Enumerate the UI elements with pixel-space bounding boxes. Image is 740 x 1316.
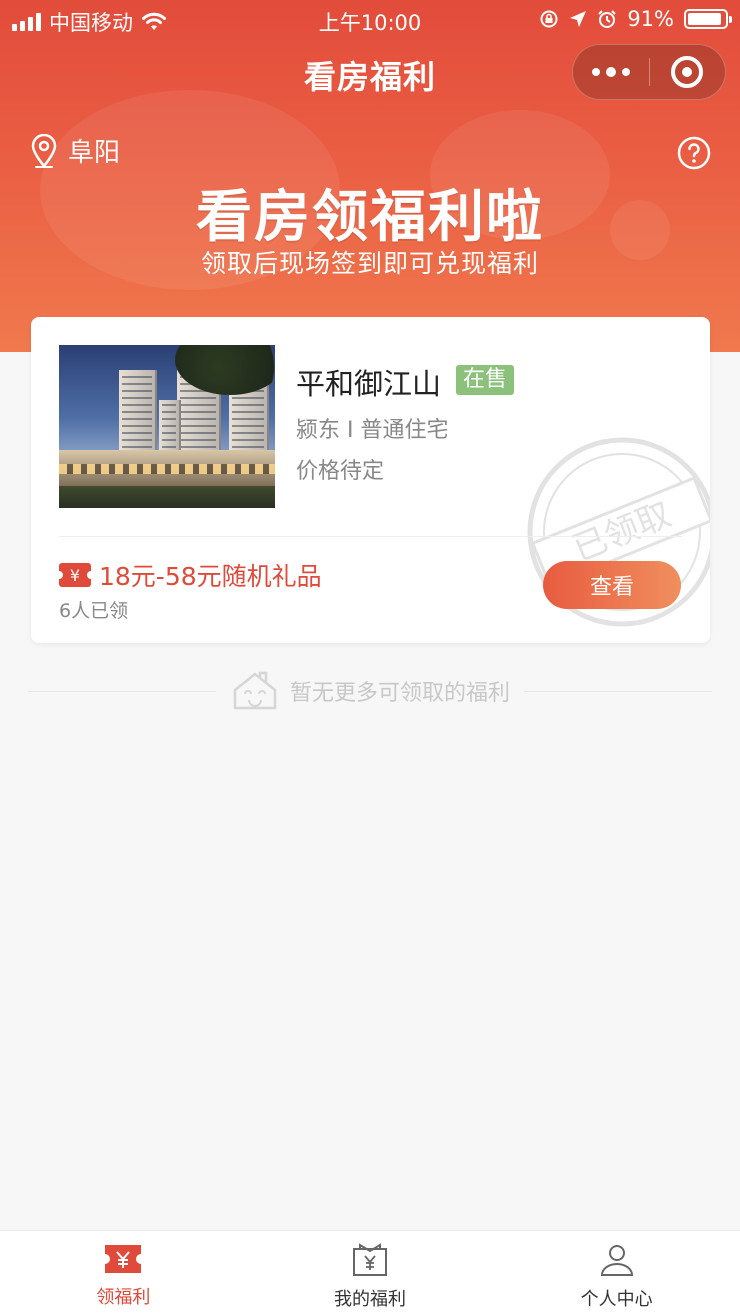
tab-profile[interactable]: 个人中心 [493,1231,740,1316]
red-ticket-icon [105,1245,142,1273]
project-meta: 颍东 I 普通住宅 [296,418,449,443]
gift-description: 18元-58元随机礼品 [99,562,322,591]
location-selector[interactable]: 阜阳 [30,132,120,169]
map-pin-icon [31,133,57,168]
hint-divider-right [524,690,713,692]
claimed-count: 6人已领 [59,600,129,622]
on-sale-badge: 在售 [456,365,515,395]
tab-label: 我的福利 [334,1289,406,1310]
project-image[interactable] [59,345,275,508]
card-divider [59,536,682,537]
user-icon [600,1245,633,1276]
battery-icon [684,9,732,29]
status-bar: 中国移动 上午10:00 91% [0,0,740,38]
more-menu-button[interactable] [573,44,649,100]
house-face-icon [233,671,277,710]
gift-box-icon [353,1243,387,1276]
gift-info: ¥ 18元-58元随机礼品 [55,557,322,593]
tab-label: 个人中心 [580,1289,653,1310]
dot-icon [622,68,630,76]
no-more-text: 暂无更多可领取的福利 [290,681,511,706]
help-icon[interactable] [677,136,711,170]
status-right: 91% [539,7,732,31]
tab-my-welfare[interactable]: 我的福利 [247,1231,494,1316]
tab-get-welfare[interactable]: 领福利 [0,1231,247,1316]
close-miniprogram-button[interactable] [650,44,725,100]
no-more-hint: 暂无更多可领取的福利 [28,668,713,714]
project-card[interactable]: 平和御江山 在售 颍东 I 普通住宅 价格待定 已领取 ¥ 18元-58元随机礼… [31,317,710,643]
project-price: 价格待定 [296,459,385,484]
alarm-icon [598,10,617,28]
rotation-lock-icon [540,10,558,28]
hint-divider-left [28,690,216,692]
location-arrow-icon [570,11,587,27]
miniprogram-capsule [572,44,726,100]
hint-content: 暂无更多可领取的福利 [216,670,524,712]
project-name: 平和御江山 [296,367,442,401]
target-icon [671,56,704,88]
dot-icon [592,68,600,76]
tab-bar: 领福利 我的福利 个人中心 [0,1230,740,1316]
ticket-icon: ¥ [55,563,95,587]
tab-label: 领福利 [96,1287,151,1308]
hero-title: 看房领福利啦 [196,185,544,250]
hero-subtitle: 领取后现场签到即可兑现福利 [200,249,539,278]
view-button[interactable]: 查看 [543,561,681,609]
battery-percent: 91% [627,7,674,31]
location-label: 阜阳 [68,138,121,168]
dot-icon [606,67,616,77]
